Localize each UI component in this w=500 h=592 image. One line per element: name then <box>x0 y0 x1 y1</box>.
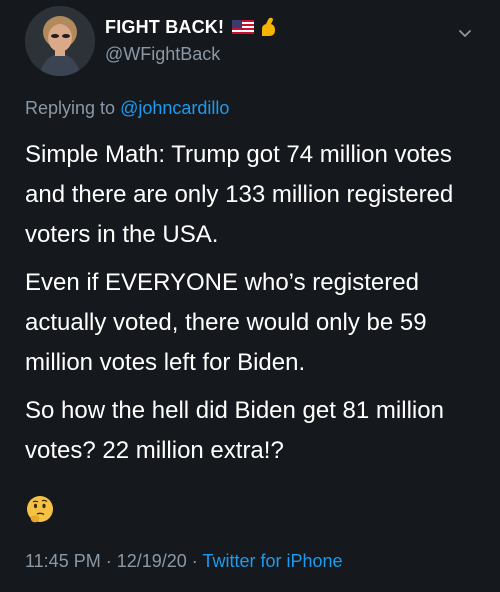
thinking-face-icon <box>27 496 53 523</box>
tweet-card: FIGHT BACK! @WFightBack Replying to @joh… <box>0 0 500 592</box>
user-handle[interactable]: @WFightBack <box>105 44 278 65</box>
tweet-meta: 11:45 PM · 12/19/20 · Twitter for iPhone <box>25 551 343 572</box>
replying-prefix: Replying to <box>25 98 121 118</box>
tweet-time[interactable]: 11:45 PM <box>25 551 101 571</box>
reply-handle-link[interactable]: @johncardillo <box>120 98 229 118</box>
name-row: FIGHT BACK! <box>105 16 278 38</box>
tweet-date[interactable]: 12/19/20 <box>117 551 187 571</box>
chevron-down-icon[interactable] <box>456 24 474 42</box>
meta-separator: · <box>100 551 117 571</box>
tweet-paragraph-2: Even if EVERYONE who’s registered actual… <box>25 269 427 376</box>
avatar-image <box>25 6 95 76</box>
author-header: FIGHT BACK! @WFightBack <box>105 16 278 65</box>
tweet-paragraph-3: So how the hell did Biden get 81 million… <box>25 397 444 464</box>
tweet-body: Simple Math: Trump got 74 million votes … <box>25 135 465 479</box>
display-name[interactable]: FIGHT BACK! <box>105 17 224 38</box>
flexed-biceps-icon <box>262 17 276 36</box>
avatar[interactable] <box>25 6 95 76</box>
name-badges <box>232 16 278 38</box>
replying-to: Replying to @johncardillo <box>25 98 229 119</box>
us-flag-icon <box>232 20 255 34</box>
tweet-source-link[interactable]: Twitter for iPhone <box>202 551 342 571</box>
tweet-paragraph-1: Simple Math: Trump got 74 million votes … <box>25 141 454 248</box>
meta-separator: · <box>186 551 203 571</box>
